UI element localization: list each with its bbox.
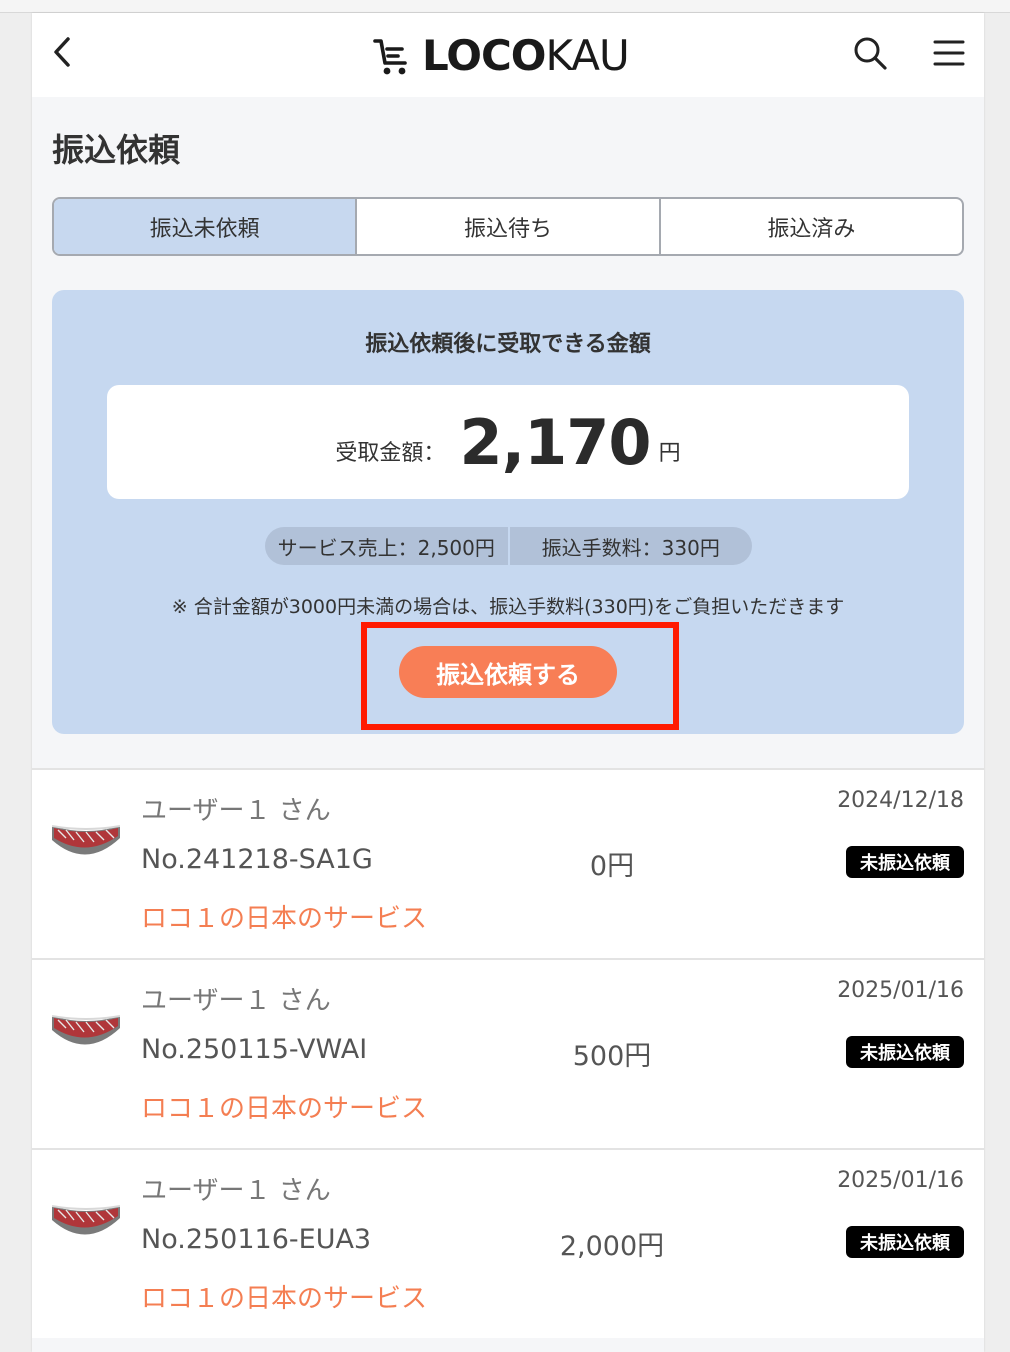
logo[interactable]: LOCOKAU: [372, 33, 630, 79]
panel-title: 振込依頼後に受取できる金額: [365, 332, 651, 357]
service-name: ロコ１の日本のサービス: [141, 1094, 428, 1124]
status-badge: 未振込依頼: [846, 1036, 964, 1068]
avatar: [52, 825, 120, 855]
transaction-row[interactable]: ユーザー１ さん No.250115-VWAI ロコ１の日本のサービス 500円…: [32, 958, 984, 1148]
cart-icon: [373, 39, 407, 75]
app-header: LOCOKAU: [32, 13, 984, 97]
logo-text: LOCOKAU: [422, 35, 630, 77]
transaction-date: 2025/01/16: [837, 1168, 964, 1193]
user-name: ユーザー１ さん: [141, 796, 331, 826]
order-number: No.250115-VWAI: [141, 1034, 368, 1065]
fee-note: ※ 合計金額が3000円未満の場合は、振込手数料(330円)をご負担いただきます: [171, 596, 845, 618]
back-button[interactable]: [48, 35, 78, 69]
transaction-date: 2025/01/16: [837, 978, 964, 1003]
transaction-row[interactable]: ユーザー１ さん No.241218-SA1G ロコ１の日本のサービス 0円 2…: [32, 768, 984, 958]
status-badge: 未振込依頼: [846, 1226, 964, 1258]
service-sales: サービス売上：2,500円: [277, 535, 495, 560]
amount-value: 2,170: [459, 405, 651, 479]
transaction-list: ユーザー１ さん No.241218-SA1G ロコ１の日本のサービス 0円 2…: [32, 768, 984, 1338]
chevron-left-icon: [54, 37, 70, 67]
logo-text-light: KAU: [545, 31, 630, 80]
transaction-amount: 0円: [589, 851, 635, 882]
transfer-fee: 振込手数料：330円: [541, 535, 720, 560]
user-name: ユーザー１ さん: [141, 1176, 331, 1206]
avatar: [52, 1015, 120, 1045]
menu-button[interactable]: [932, 37, 966, 69]
service-name: ロコ１の日本のサービス: [141, 904, 428, 934]
hamburger-menu-icon: [933, 40, 965, 66]
tab-completed[interactable]: 振込済み: [661, 199, 962, 254]
search-icon: [854, 37, 887, 70]
user-name: ユーザー１ さん: [141, 986, 331, 1016]
amount-unit: 円: [658, 441, 681, 466]
transfer-summary-panel: 振込依頼後に受取できる金額 受取金額： 2,170 円 サービス売上：2,500…: [52, 290, 964, 734]
tab-untransferred[interactable]: 振込未依頼: [54, 199, 358, 254]
request-transfer-button[interactable]: 振込依頼する: [399, 646, 617, 698]
transaction-date: 2024/12/18: [837, 788, 964, 813]
browser-top-bar: [0, 0, 1010, 13]
status-tabs: 振込未依頼 振込待ち 振込済み: [52, 197, 964, 256]
receivable-amount-box: 受取金額： 2,170 円: [107, 385, 909, 499]
page-title: 振込依頼: [52, 131, 181, 169]
order-number: No.250116-EUA3: [141, 1224, 372, 1255]
amount-label: 受取金額：: [335, 441, 446, 466]
transaction-amount: 2,000円: [559, 1231, 665, 1262]
transaction-amount: 500円: [572, 1041, 652, 1072]
service-name: ロコ１の日本のサービス: [141, 1284, 428, 1314]
order-number: No.241218-SA1G: [141, 844, 373, 875]
app-frame: LOCOKAU 振込依頼 振込未依頼 振込待ち 振込済み 振込依頼後に受取できる…: [32, 13, 984, 1352]
search-button[interactable]: [852, 35, 888, 71]
tab-waiting[interactable]: 振込待ち: [357, 199, 661, 254]
status-badge: 未振込依頼: [846, 846, 964, 878]
logo-text-bold: LOCO: [422, 31, 546, 80]
transaction-row[interactable]: ユーザー１ さん No.250116-EUA3 ロコ１の日本のサービス 2,00…: [32, 1148, 984, 1338]
amount-breakdown: サービス売上：2,500円 振込手数料：330円: [265, 527, 752, 565]
avatar: [52, 1205, 120, 1235]
